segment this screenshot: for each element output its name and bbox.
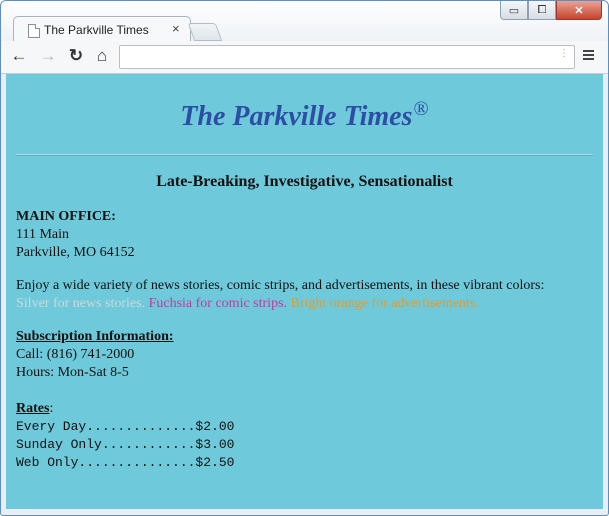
close-tab-icon[interactable]: × — [172, 21, 180, 36]
office-street: 111 Main — [16, 227, 70, 242]
bookmark-dots-icon: ⋮ — [559, 48, 569, 59]
silver-text: Silver for news stories. — [16, 296, 146, 311]
rates-colon: : — [49, 401, 54, 416]
rates-heading: Rates — [16, 401, 50, 416]
home-icon[interactable]: ⌂ — [93, 47, 111, 65]
browser-toolbar: ← → ↻ ⌂ ⋮ — [1, 41, 608, 74]
rates-heading-line: Rates: — [16, 400, 234, 418]
address-bar[interactable]: ⋮ — [119, 45, 575, 69]
main-office-block: MAIN OFFICE: 111 Main Parkville, MO 6415… — [16, 208, 135, 262]
rate-line: Sunday Only............$3.00 — [16, 437, 235, 452]
colors-block: Enjoy a wide variety of news stories, co… — [16, 277, 544, 313]
browser-tab[interactable]: The Parkville Times × — [13, 16, 191, 43]
colors-line: Silver for news stories. Fuchsia for com… — [16, 295, 544, 313]
subscription-phone: Call: (816) 741-2000 — [16, 347, 135, 362]
subscription-heading: Subscription Information: — [16, 329, 174, 344]
tab-strip: The Parkville Times × ▭ ⧠ ✕ — [1, 1, 608, 43]
horizontal-rule — [16, 154, 593, 156]
minimize-button[interactable]: ▭ — [500, 1, 528, 20]
page-title: The Parkville Times® — [6, 98, 603, 133]
menu-icon[interactable] — [583, 50, 594, 61]
tab-title: The Parkville Times — [44, 23, 149, 37]
new-tab-button[interactable] — [187, 23, 223, 41]
office-heading: MAIN OFFICE: — [16, 209, 116, 224]
page-viewport: The Parkville Times® Late-Breaking, Inve… — [6, 74, 603, 509]
page-icon — [28, 24, 40, 38]
maximize-button[interactable]: ⧠ — [528, 1, 556, 20]
window-controls: ▭ ⧠ ✕ — [500, 1, 602, 21]
tagline: Late-Breaking, Investigative, Sensationa… — [156, 173, 453, 190]
rate-line: Web Only...............$2.50 — [16, 455, 235, 470]
masthead-title: The Parkville Times — [180, 101, 413, 132]
office-city: Parkville, MO 64152 — [16, 245, 135, 260]
forward-icon[interactable]: → — [39, 47, 57, 65]
subscription-hours: Hours: Mon-Sat 8-5 — [16, 365, 129, 380]
colors-intro: Enjoy a wide variety of news stories, co… — [16, 278, 545, 293]
rates-block: Rates: Every Day..............$2.00 Sund… — [16, 400, 234, 472]
browser-window: The Parkville Times × ▭ ⧠ ✕ ← → ↻ ⌂ ⋮ Th… — [0, 0, 609, 516]
back-icon[interactable]: ← — [10, 47, 28, 65]
reload-icon[interactable]: ↻ — [67, 47, 85, 65]
rate-line: Every Day..............$2.00 — [16, 419, 235, 434]
registered-mark: ® — [413, 98, 429, 120]
close-window-button[interactable]: ✕ — [556, 1, 602, 20]
orange-text: Bright orange for advertisements. — [290, 296, 479, 311]
fuchsia-text: Fuchsia for comic strips. — [148, 296, 288, 311]
subscription-block: Subscription Information: Call: (816) 74… — [16, 328, 174, 382]
